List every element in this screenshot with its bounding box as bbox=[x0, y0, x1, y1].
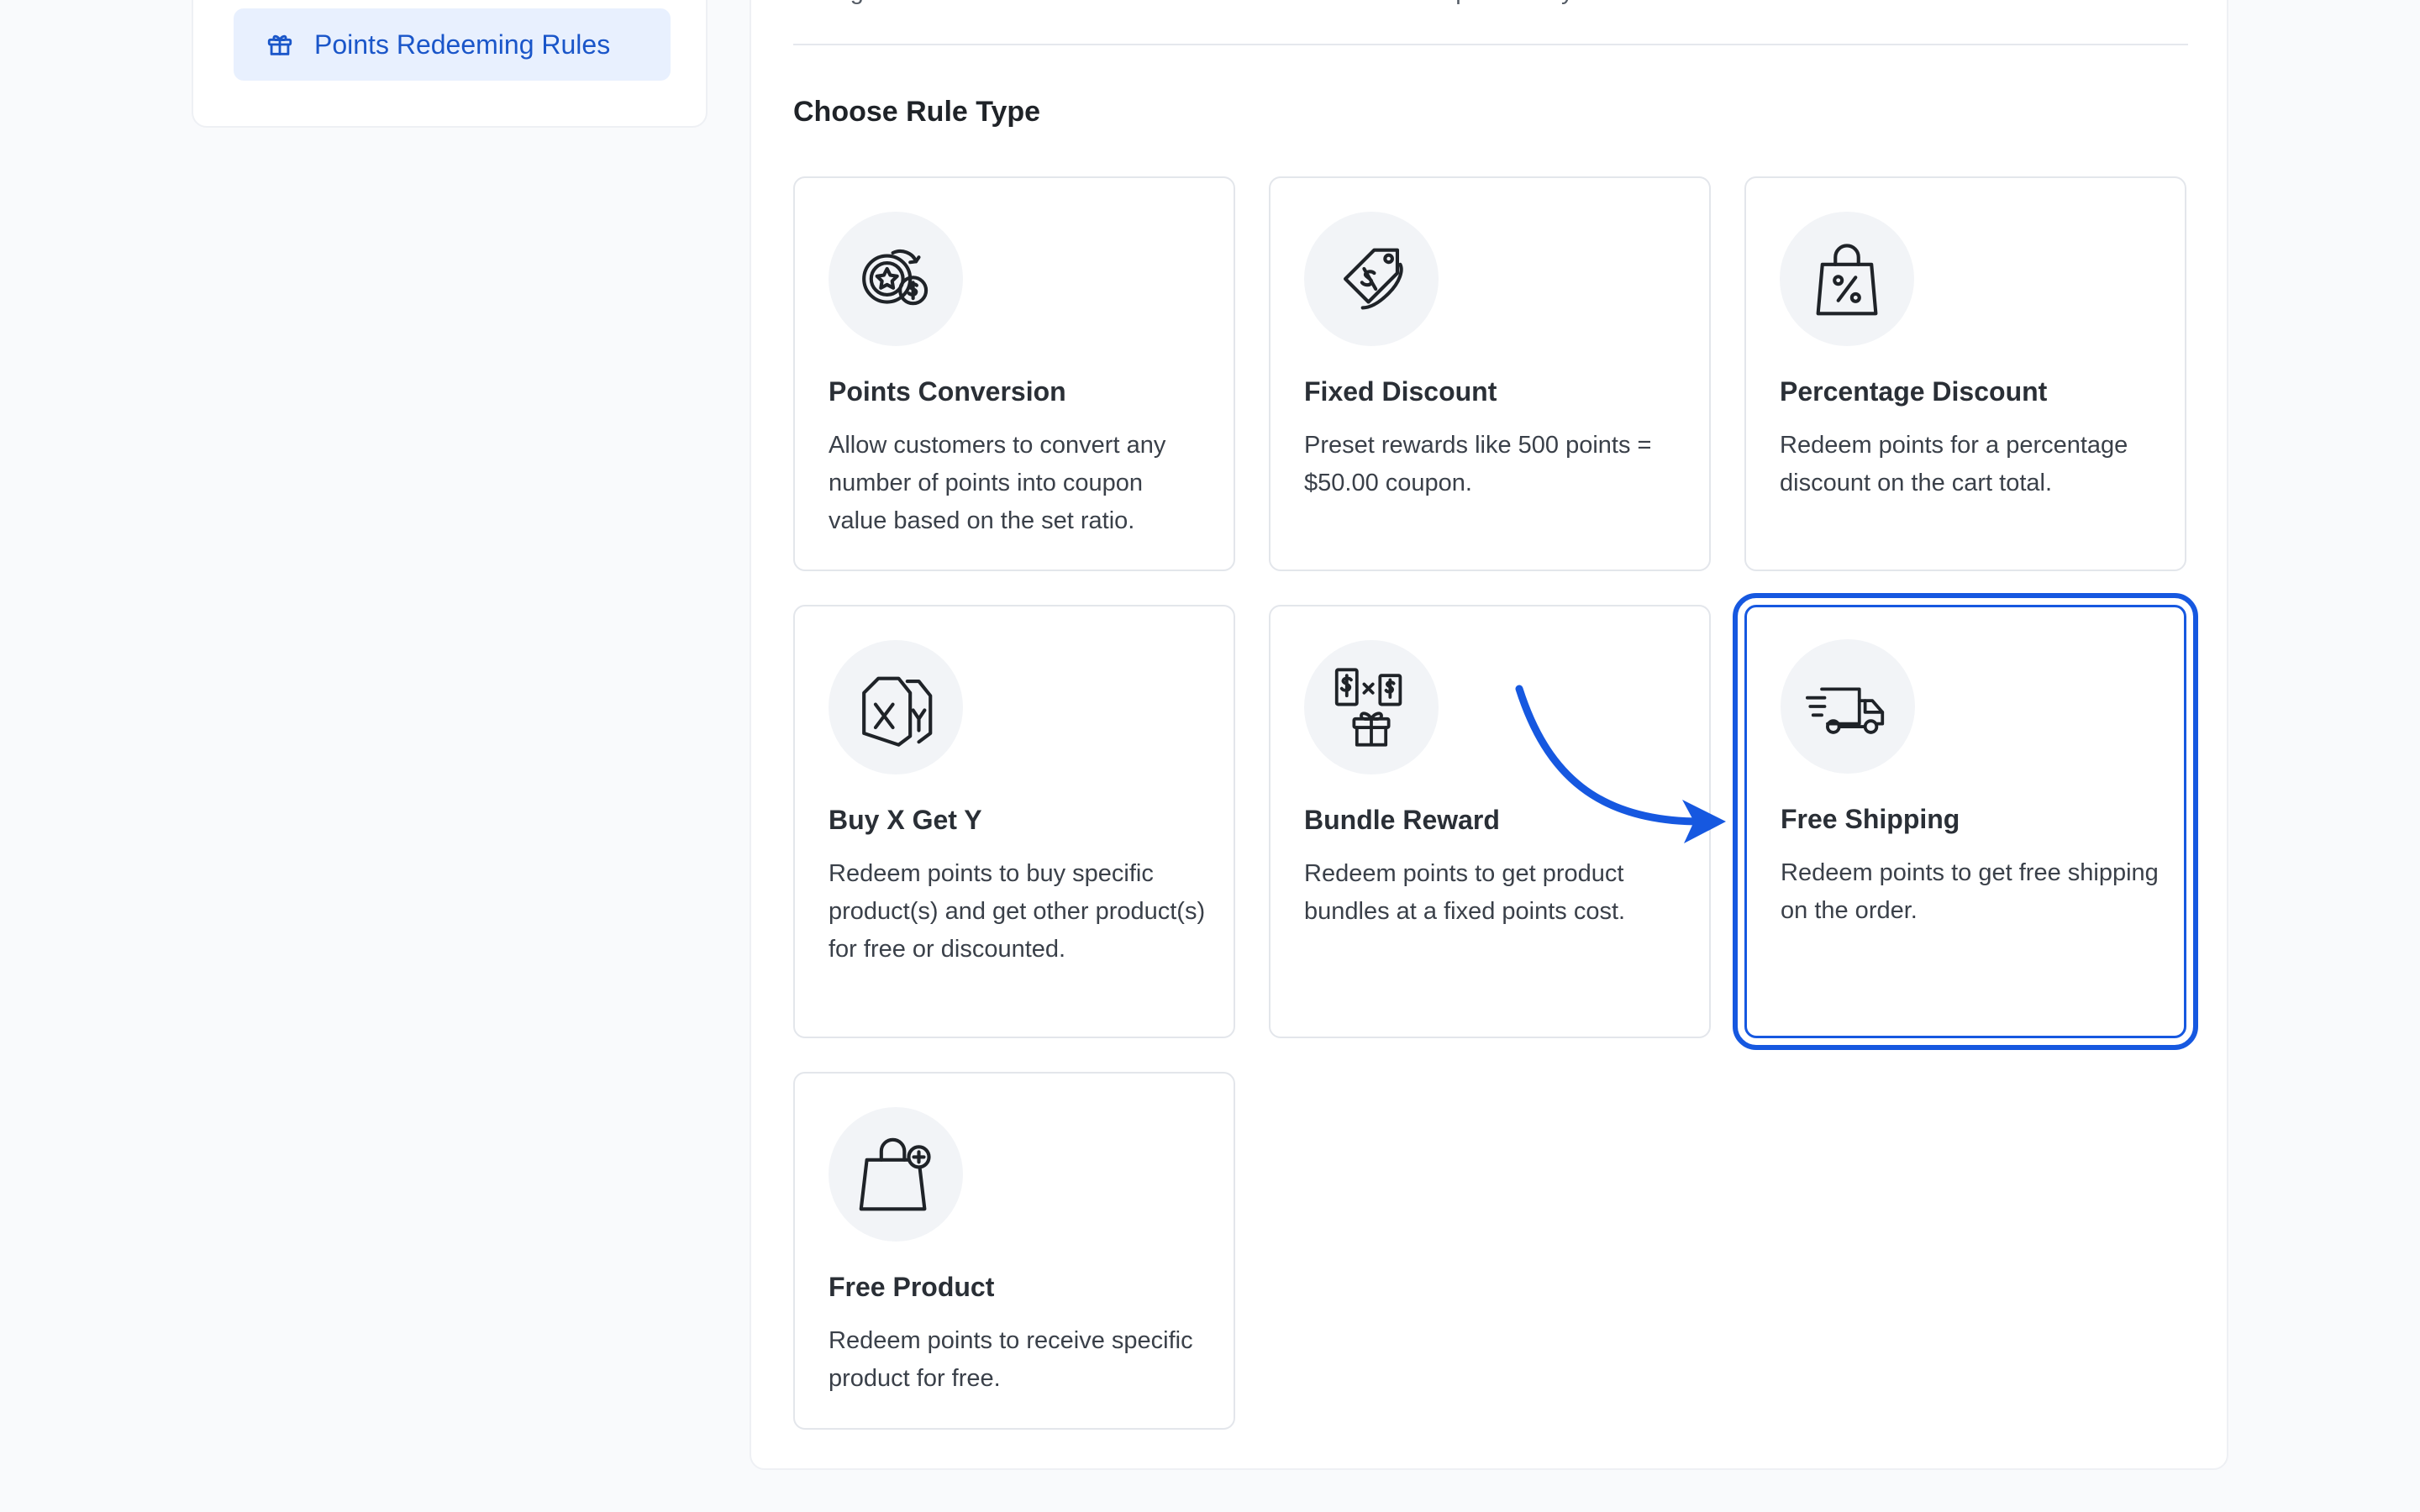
card-title: Free Shipping bbox=[1781, 804, 1960, 834]
xy-tags-icon bbox=[829, 640, 963, 774]
rule-card-free-product[interactable]: Free Product Redeem points to receive sp… bbox=[793, 1072, 1235, 1430]
card-description: Redeem points to buy specific product(s)… bbox=[829, 860, 1206, 963]
rule-card-fixed-discount[interactable]: Fixed Discount Preset rewards like 500 p… bbox=[1269, 176, 1711, 571]
divider bbox=[793, 44, 2188, 45]
card-description: Redeem points to receive specific produc… bbox=[829, 1327, 1193, 1392]
rule-card-free-shipping[interactable]: Free Shipping Redeem points to get free … bbox=[1733, 593, 2198, 1050]
points-conversion-icon bbox=[829, 212, 963, 346]
card-title: Percentage Discount bbox=[1780, 376, 2048, 407]
card-description: Redeem points to get product bundles at … bbox=[1304, 860, 1626, 925]
rule-card-percentage-discount[interactable]: Percentage Discount Redeem points for a … bbox=[1744, 176, 2186, 571]
bundle-gift-icon bbox=[1304, 640, 1439, 774]
gift-icon bbox=[266, 30, 294, 59]
card-description: Redeem points to get free shipping on th… bbox=[1781, 859, 2159, 924]
percent-bag-icon bbox=[1780, 212, 1914, 346]
card-title: Fixed Discount bbox=[1304, 376, 1497, 407]
main-panel: Configure the conditions under which cus… bbox=[750, 0, 2228, 1470]
bag-plus-icon bbox=[829, 1107, 963, 1242]
section-title: Choose Rule Type bbox=[793, 96, 1041, 128]
price-tag-icon bbox=[1304, 212, 1439, 346]
page-description: Configure the conditions under which cus… bbox=[793, 0, 1676, 7]
rule-card-points-conversion[interactable]: Points Conversion Allow customers to con… bbox=[793, 176, 1235, 571]
card-title: Free Product bbox=[829, 1272, 995, 1302]
sidebar-item-label: Points Redeeming Rules bbox=[314, 29, 611, 60]
sidebar: Points Redeeming Rules bbox=[192, 0, 708, 128]
delivery-truck-icon bbox=[1781, 639, 1915, 774]
card-title: Bundle Reward bbox=[1304, 805, 1500, 835]
annotation-arrow bbox=[1515, 685, 1726, 843]
sidebar-item-points-redeeming-rules[interactable]: Points Redeeming Rules bbox=[234, 8, 671, 81]
rule-card-buy-x-get-y[interactable]: Buy X Get Y Redeem points to buy specifi… bbox=[793, 605, 1235, 1038]
card-description: Allow customers to convert any number of… bbox=[829, 432, 1166, 534]
card-description: Preset rewards like 500 points = $50.00 … bbox=[1304, 432, 1652, 496]
card-description: Redeem points for a percentage discount … bbox=[1780, 432, 2128, 496]
card-title: Points Conversion bbox=[829, 376, 1066, 407]
card-title: Buy X Get Y bbox=[829, 805, 982, 835]
